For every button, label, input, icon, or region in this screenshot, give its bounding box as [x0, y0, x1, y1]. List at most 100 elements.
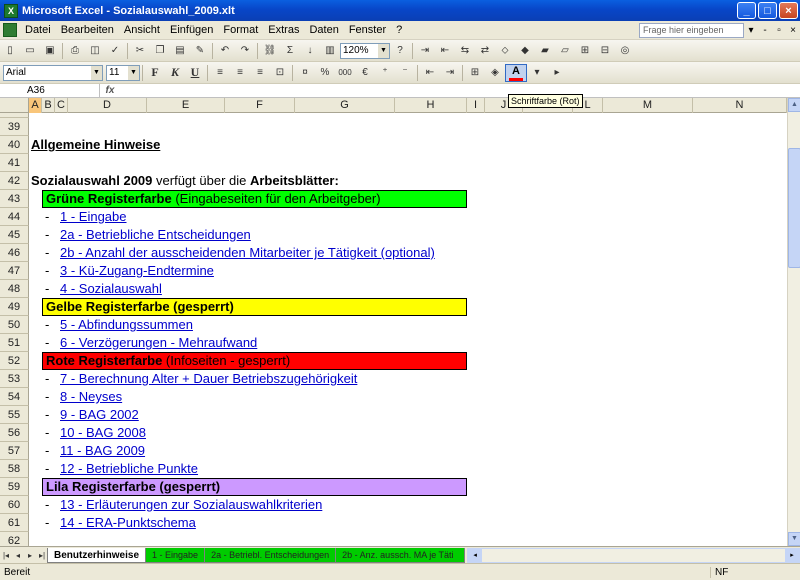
font-size-select[interactable]: 11 ▼ — [106, 64, 140, 81]
toolbar-icon-8[interactable]: ▱ — [556, 42, 574, 60]
redo-icon[interactable]: ↷ — [236, 42, 254, 60]
new-icon[interactable]: ▯ — [1, 42, 19, 60]
fill-color-icon[interactable]: ◈ — [486, 64, 504, 82]
merge-center-icon[interactable]: ⊡ — [271, 64, 289, 82]
worksheet-grid[interactable]: 38 39 40 41 42 43 44 45 46 47 48 49 50 5… — [0, 113, 787, 546]
sheet-link-12[interactable]: 12 - Betriebliche Punkte — [60, 460, 198, 478]
sheet-link-1[interactable]: 1 - Eingabe — [60, 208, 127, 226]
open-icon[interactable]: ▭ — [21, 42, 39, 60]
menu-ansicht[interactable]: Ansicht — [119, 24, 165, 36]
decrease-indent-icon[interactable]: ⇤ — [421, 64, 439, 82]
toolbar-icon-4[interactable]: ⇄ — [476, 42, 494, 60]
column-header-b[interactable]: B — [42, 98, 55, 113]
doc-minimize-icon[interactable]: - — [758, 25, 772, 36]
toolbar-icon-11[interactable]: ◎ — [616, 42, 634, 60]
sheet-link-14[interactable]: 14 - ERA-Punktschema — [60, 514, 196, 532]
increase-decimal-icon[interactable]: ⁺ — [376, 64, 394, 82]
menu-format[interactable]: Format — [218, 24, 263, 36]
bold-button[interactable]: F — [146, 64, 164, 82]
sheet-link-2a[interactable]: 2a - Betriebliche Entscheidungen — [60, 226, 251, 244]
menu-extras[interactable]: Extras — [263, 24, 304, 36]
column-header-e[interactable]: E — [147, 98, 225, 113]
row-header[interactable]: 41 — [0, 154, 29, 172]
toolbar-icon-3[interactable]: ⇆ — [456, 42, 474, 60]
prev-sheet-icon[interactable]: ◂ — [12, 551, 24, 560]
italic-button[interactable]: K — [166, 64, 184, 82]
sheet-link-6[interactable]: 6 - Verzögerungen - Mehraufwand — [60, 334, 257, 352]
first-sheet-icon[interactable]: |◂ — [0, 551, 12, 560]
chart-wizard-icon[interactable]: ▥ — [321, 42, 339, 60]
column-header-i[interactable]: I — [467, 98, 485, 113]
currency-icon[interactable]: ¤ — [296, 64, 314, 82]
column-header-g[interactable]: G — [295, 98, 395, 113]
close-button[interactable]: × — [779, 2, 798, 19]
row-header[interactable]: 51 — [0, 334, 29, 352]
row-header[interactable]: 57 — [0, 442, 29, 460]
excel-app-icon[interactable]: X — [4, 3, 18, 18]
align-right-icon[interactable]: ≡ — [251, 64, 269, 82]
percent-button[interactable]: % — [316, 64, 334, 82]
sheet-tab-eingabe[interactable]: 1 - Eingabe — [145, 547, 206, 563]
toolbar-icon-7[interactable]: ▰ — [536, 42, 554, 60]
column-header-h[interactable]: H — [395, 98, 467, 113]
row-header[interactable]: 56 — [0, 424, 29, 442]
formula-input[interactable] — [120, 84, 800, 97]
copy-icon[interactable]: ❐ — [151, 42, 169, 60]
borders-icon[interactable]: ⊞ — [466, 64, 484, 82]
menu-help[interactable]: ? — [391, 24, 407, 36]
horizontal-scroll-track[interactable] — [482, 549, 785, 562]
row-header[interactable]: 40 — [0, 136, 29, 154]
row-header[interactable]: 45 — [0, 226, 29, 244]
select-all-corner[interactable] — [0, 98, 29, 113]
row-header[interactable]: 39 — [0, 118, 29, 136]
spellcheck-icon[interactable]: ✓ — [106, 42, 124, 60]
row-header[interactable]: 59 — [0, 478, 29, 496]
row-header[interactable]: 49 — [0, 298, 29, 316]
fx-icon[interactable]: fx — [100, 85, 120, 96]
row-header[interactable]: 50 — [0, 316, 29, 334]
sheet-tab-betriebl-entscheidungen[interactable]: 2a - Betriebl. Entscheidungen — [204, 547, 337, 563]
menu-datei[interactable]: Datei — [20, 24, 56, 36]
sheet-link-3[interactable]: 3 - Kü-Zugang-Endtermine — [60, 262, 214, 280]
sheet-link-4[interactable]: 4 - Sozialauswahl — [60, 280, 162, 298]
preview-icon[interactable]: ◫ — [86, 42, 104, 60]
menu-fenster[interactable]: Fenster — [344, 24, 391, 36]
horizontal-scrollbar[interactable]: ◂ ▸ — [467, 547, 800, 563]
row-header[interactable]: 61 — [0, 514, 29, 532]
sheet-link-9[interactable]: 9 - BAG 2002 — [60, 406, 139, 424]
format-painter-icon[interactable]: ✎ — [191, 42, 209, 60]
column-header-n[interactable]: N — [693, 98, 787, 113]
row-header[interactable]: 47 — [0, 262, 29, 280]
column-header-d[interactable]: D — [68, 98, 147, 113]
help-icon[interactable]: ? — [391, 42, 409, 60]
toolbar-icon-6[interactable]: ◆ — [516, 42, 534, 60]
row-header[interactable]: 58 — [0, 460, 29, 478]
sheet-tab-anz-aussch[interactable]: 2b - Anz. aussch. MA je Täti — [335, 547, 466, 563]
toolbar-icon-1[interactable]: ⇥ — [416, 42, 434, 60]
font-name-select[interactable]: Arial ▼ — [3, 64, 103, 81]
row-header[interactable]: 46 — [0, 244, 29, 262]
row-header[interactable]: 48 — [0, 280, 29, 298]
sheet-link-11[interactable]: 11 - BAG 2009 — [60, 442, 145, 460]
sheet-link-5[interactable]: 5 - Abfindungssummen — [60, 316, 193, 334]
autosum-icon[interactable]: Σ — [281, 42, 299, 60]
help-search-input[interactable]: Frage hier eingeben — [639, 22, 744, 38]
paste-icon[interactable]: ▤ — [171, 42, 189, 60]
font-color-dropdown-icon[interactable]: ▾ — [528, 64, 546, 82]
thousands-button[interactable]: 000 — [336, 64, 354, 82]
row-header[interactable]: 54 — [0, 388, 29, 406]
scroll-right-icon[interactable]: ▸ — [785, 548, 799, 562]
doc-close-icon[interactable]: × — [786, 25, 800, 36]
workbook-icon[interactable] — [3, 23, 17, 37]
euro-icon[interactable]: € — [356, 64, 374, 82]
hyperlink-icon[interactable]: ⛓ — [261, 42, 279, 60]
sheet-tab-benutzerhinweise[interactable]: Benutzerhinweise — [47, 547, 147, 563]
row-header[interactable]: 43 — [0, 190, 29, 208]
increase-indent-icon[interactable]: ⇥ — [441, 64, 459, 82]
scroll-thumb[interactable] — [788, 148, 800, 268]
row-header[interactable]: 60 — [0, 496, 29, 514]
sheet-link-10[interactable]: 10 - BAG 2008 — [60, 424, 146, 442]
sheet-link-2b[interactable]: 2b - Anzahl der ausscheidenden Mitarbeit… — [60, 244, 435, 262]
sheet-link-13[interactable]: 13 - Erläuterungen zur Sozialauswahlkrit… — [60, 496, 322, 514]
column-header-m[interactable]: M — [603, 98, 693, 113]
